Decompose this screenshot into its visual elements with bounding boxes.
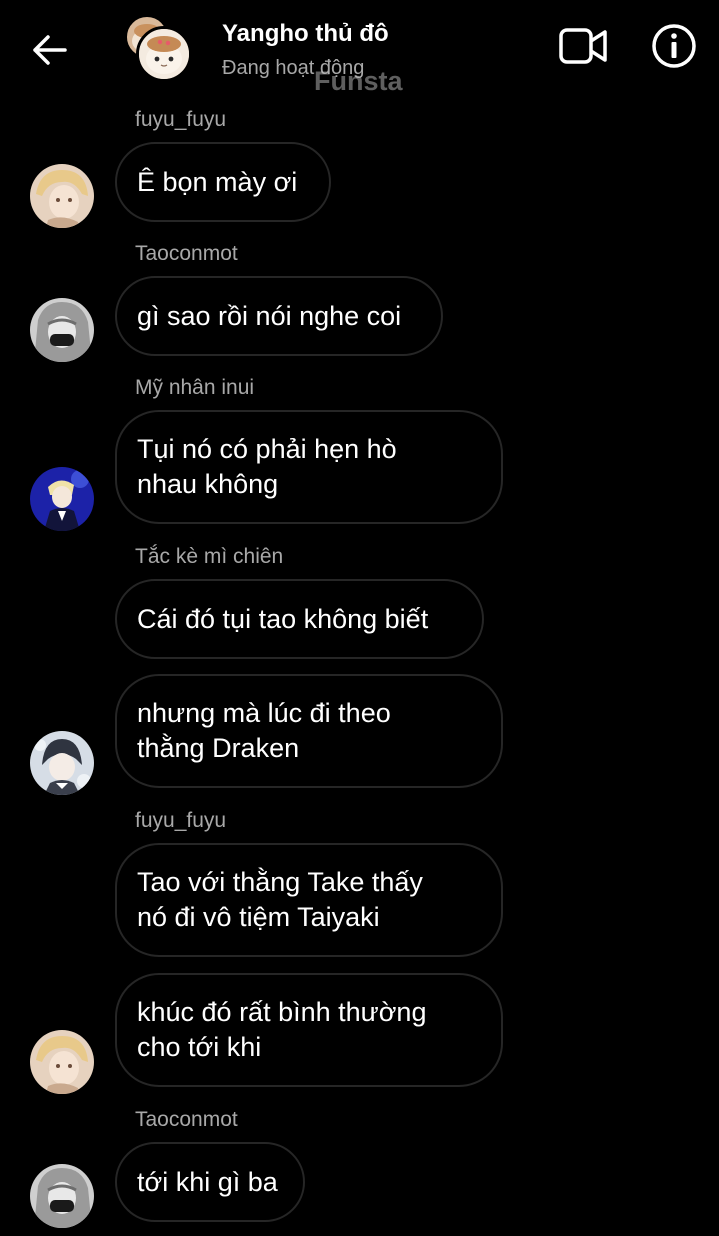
- back-arrow-icon[interactable]: [28, 28, 72, 72]
- sender-name: fuyu_fuyu: [135, 108, 227, 131]
- message-text: nhưng mà lúc đi theo thằng Draken: [137, 698, 391, 763]
- message-text: Ê bọn mày ơi: [137, 166, 298, 197]
- avatar-tac-ke-mi-chien[interactable]: [30, 731, 94, 795]
- video-call-icon[interactable]: [558, 24, 610, 68]
- message-text: gì sao rồi nói nghe coi: [137, 300, 402, 331]
- message-text: Cái đó tụi tao không biết: [137, 603, 429, 634]
- message-text: Tụi nó có phải hẹn hò nhau không: [137, 434, 397, 499]
- group-avatar[interactable]: [124, 14, 196, 86]
- sender-name: Taoconmot: [135, 242, 238, 265]
- message-bubble[interactable]: tới khi gì ba: [115, 1142, 305, 1222]
- avatar-my-nhan-inui[interactable]: [30, 467, 94, 531]
- sender-name: Tắc kè mì chiên: [135, 545, 284, 568]
- message-bubble[interactable]: Tụi nó có phải hẹn hò nhau không: [115, 410, 503, 524]
- message-bubble[interactable]: Cái đó tụi tao không biết: [115, 579, 484, 659]
- message-text: Tao với thằng Take thấy nó đi vô tiệm Ta…: [137, 867, 423, 932]
- message-bubble[interactable]: Ê bọn mày ơi: [115, 142, 331, 222]
- chat-header: Yangho thủ đô Đang hoạt động Funsta: [0, 0, 719, 100]
- message-bubble[interactable]: khúc đó rất bình thường cho tới khi: [115, 973, 503, 1087]
- avatar-fuyu-fuyu[interactable]: [30, 1030, 94, 1094]
- sender-name: fuyu_fuyu: [135, 809, 227, 832]
- avatar-taoconmot[interactable]: [30, 1164, 94, 1228]
- message-bubble[interactable]: gì sao rồi nói nghe coi: [115, 276, 443, 356]
- message-bubble[interactable]: nhưng mà lúc đi theo thằng Draken: [115, 674, 503, 788]
- sender-name: Taoconmot: [135, 1108, 238, 1131]
- chat-title[interactable]: Yangho thủ đô: [222, 20, 389, 48]
- message-text: tới khi gì ba: [137, 1166, 278, 1197]
- message-bubble[interactable]: Tao với thằng Take thấy nó đi vô tiệm Ta…: [115, 843, 503, 957]
- avatar-taoconmot[interactable]: [30, 298, 94, 362]
- watermark: Funsta: [314, 66, 403, 96]
- avatar-fuyu-fuyu[interactable]: [30, 164, 94, 228]
- sender-name: Mỹ nhân inui: [135, 376, 255, 399]
- group-avatar-front: [136, 26, 192, 82]
- message-text: khúc đó rất bình thường cho tới khi: [137, 997, 427, 1062]
- info-icon[interactable]: [650, 22, 698, 70]
